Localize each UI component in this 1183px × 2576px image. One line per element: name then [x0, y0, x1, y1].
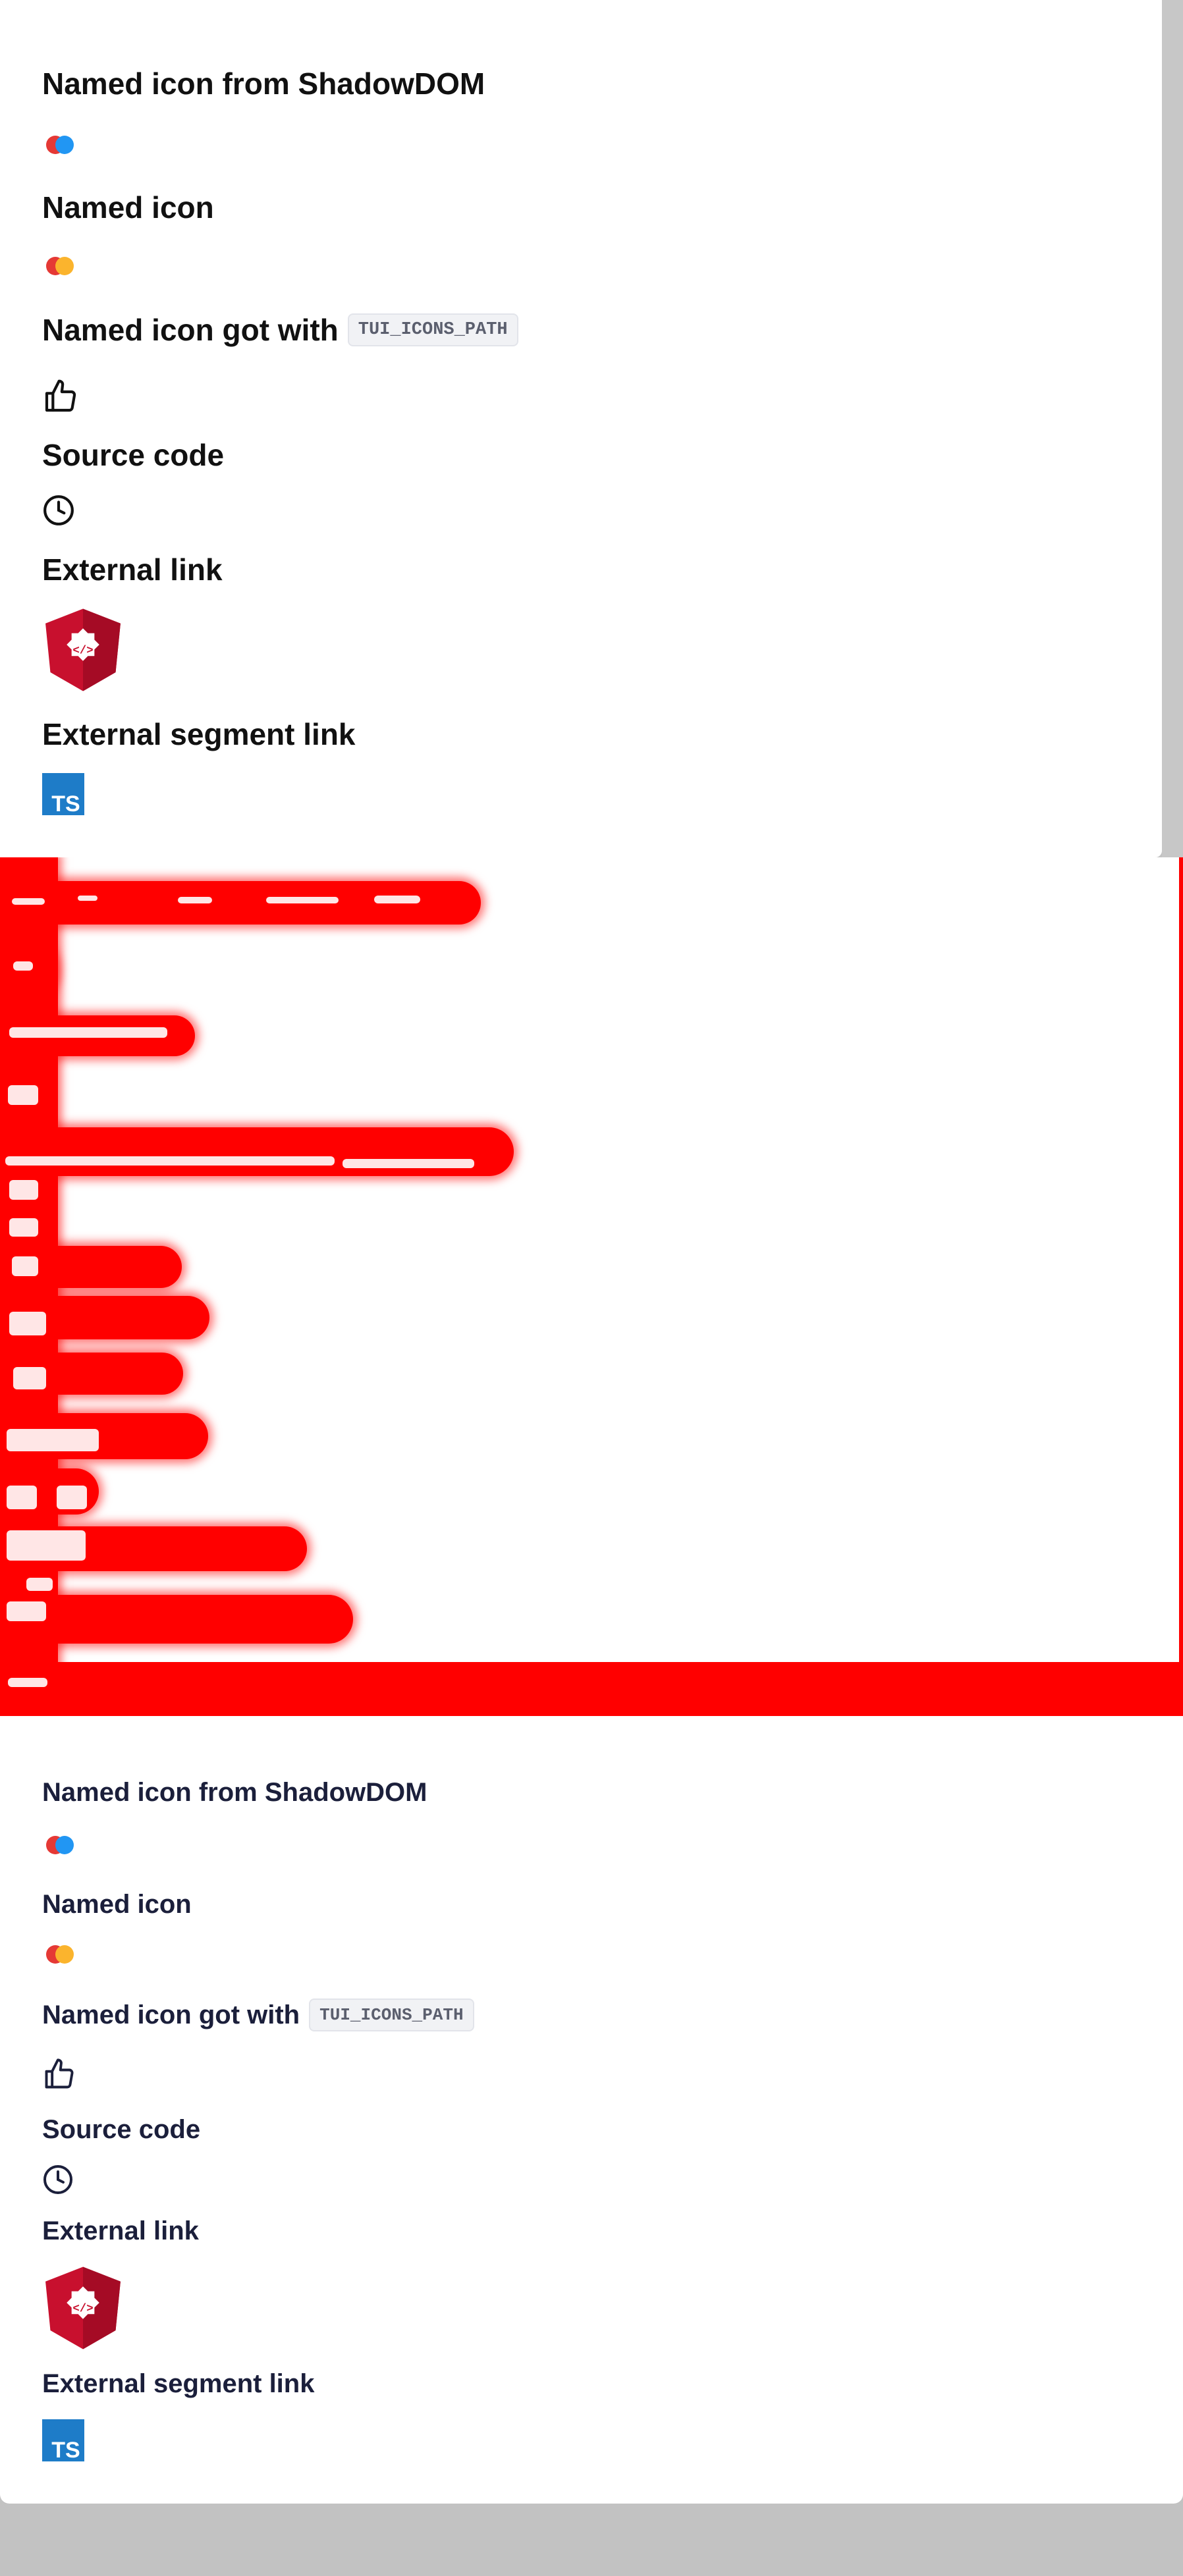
- redaction-speck: [9, 1180, 38, 1200]
- thumbs-up-icon: [45, 2058, 74, 2089]
- redaction-bar: [0, 1127, 514, 1176]
- redaction-speck: [12, 898, 45, 905]
- clock-icon: [43, 495, 74, 525]
- demo-panel-bottom: Named icon from ShadowDOM Named icon Nam…: [0, 1716, 1183, 2504]
- heading-named-icon: Named icon: [42, 1889, 192, 1919]
- redacted-region: [0, 857, 1183, 1716]
- redaction-speck: [8, 1678, 47, 1687]
- heading-icons-path: Named icon got with TUI_ICONS_PATH: [42, 1995, 474, 2035]
- redaction-speck: [178, 897, 212, 903]
- redaction-speck: [266, 897, 339, 903]
- redaction-speck: [7, 1601, 46, 1621]
- redaction-speck: [7, 1429, 99, 1451]
- angular-shield-icon: </>: [45, 608, 121, 691]
- svg-text:TS: TS: [51, 792, 80, 815]
- redaction-speck: [13, 1367, 46, 1389]
- heading-external-segment-link: External segment link: [42, 717, 356, 751]
- thumbs-up-icon: [45, 379, 76, 412]
- code-tui-icons-path: TUI_ICONS_PATH: [309, 1999, 474, 2031]
- code-tui-icons-path: TUI_ICONS_PATH: [347, 313, 518, 346]
- redaction-speck: [26, 1578, 53, 1591]
- redaction-speck: [9, 1218, 38, 1237]
- svg-text:</>: </>: [72, 2303, 93, 2316]
- redaction-speck: [7, 1530, 86, 1561]
- two-circles-red-yellow-icon: [46, 1945, 74, 1964]
- scrollbar[interactable]: [1162, 0, 1183, 857]
- redaction-footer: [0, 1662, 1183, 1716]
- two-circles-red-blue-icon: [46, 1836, 74, 1854]
- two-circles-red-blue-icon: [46, 136, 74, 154]
- redaction-speck: [7, 1486, 37, 1509]
- redaction-speck: [5, 1156, 335, 1166]
- redaction-edge: [1179, 857, 1183, 1716]
- redaction-speck: [13, 961, 33, 971]
- redaction-speck: [12, 1256, 38, 1276]
- svg-text:</>: </>: [72, 645, 93, 658]
- redaction-speck: [9, 1027, 167, 1038]
- clock-icon: [43, 2165, 72, 2194]
- heading-external-segment-link: External segment link: [42, 2369, 315, 2398]
- heading-source-code: Source code: [42, 438, 225, 472]
- redaction-speck: [78, 896, 97, 901]
- heading-source-code: Source code: [42, 2114, 201, 2144]
- redaction-bar: [0, 1595, 353, 1644]
- demo-panel-top: Named icon from ShadowDOM Named icon Nam…: [0, 0, 1162, 857]
- redaction-speck: [57, 1486, 87, 1509]
- heading-icons-path: Named icon got with TUI_ICONS_PATH: [42, 307, 518, 353]
- heading-shadowdom: Named icon from ShadowDOM: [42, 67, 485, 101]
- two-circles-red-yellow-icon: [46, 257, 74, 275]
- redaction-speck: [9, 1312, 46, 1335]
- heading-external-link: External link: [42, 2216, 199, 2245]
- svg-text:TS: TS: [51, 2438, 80, 2461]
- redaction-speck: [8, 1085, 38, 1105]
- heading-external-link: External link: [42, 552, 223, 587]
- angular-shield-icon: </>: [45, 2267, 121, 2349]
- redaction-speck: [343, 1159, 474, 1168]
- heading-named-icon: Named icon: [42, 190, 214, 225]
- heading-shadowdom: Named icon from ShadowDOM: [42, 1777, 427, 1807]
- redaction-speck: [374, 896, 420, 903]
- typescript-icon: TS: [42, 2419, 84, 2461]
- typescript-icon: TS: [42, 773, 84, 815]
